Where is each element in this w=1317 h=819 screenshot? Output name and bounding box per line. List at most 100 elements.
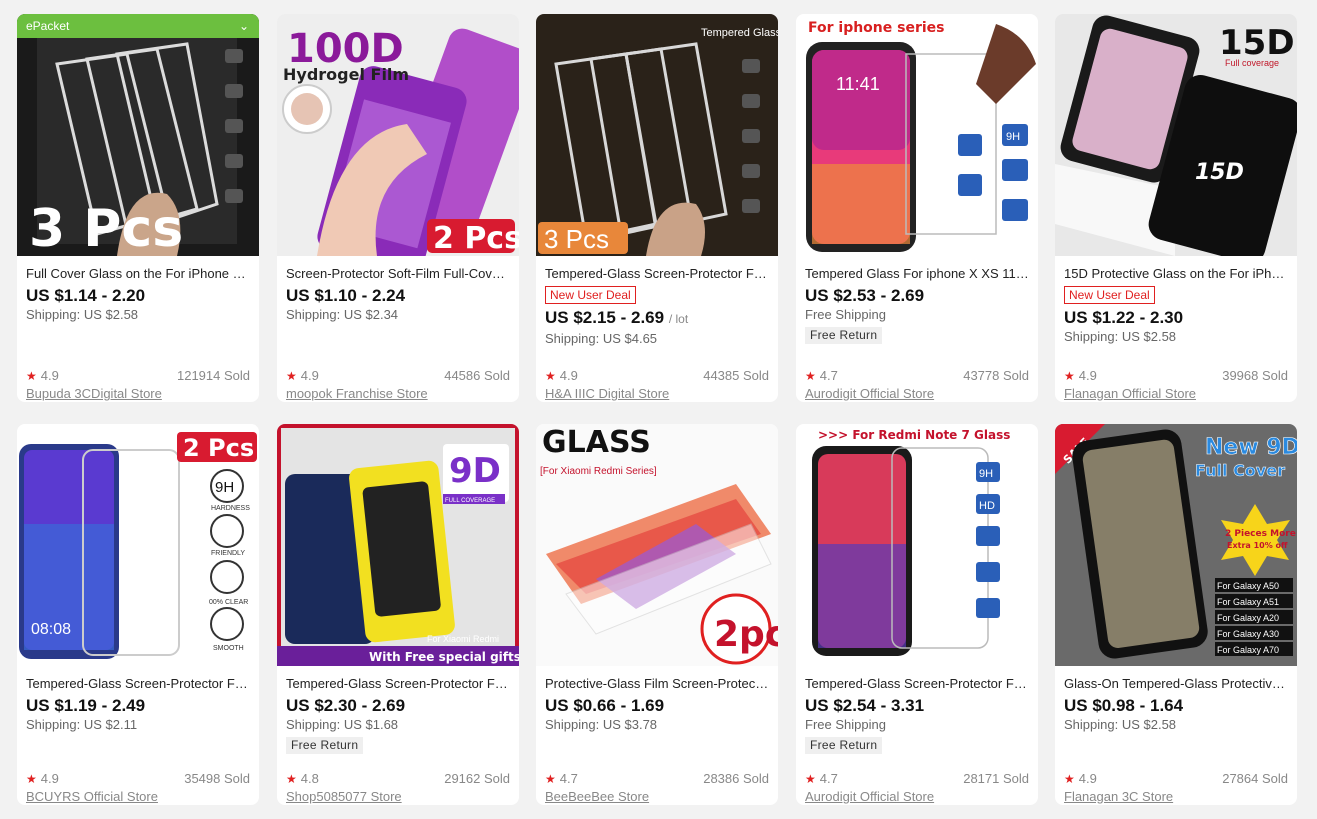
rating-value: 4.9 [1078, 368, 1097, 383]
product-image[interactable]: Tempered Glass 3 Pcs [536, 14, 778, 256]
product-title[interactable]: Tempered-Glass Screen-Protector Full-Cov… [545, 265, 769, 282]
product-image[interactable]: >>> For Redmi Note 7 Glass 9H HD [796, 424, 1038, 666]
product-image[interactable]: 9D FULL COVERAGE For Xiaomi Redmi With F… [277, 424, 519, 666]
image-text: Tempered Glass [701, 27, 778, 39]
sold-count: 29162 Sold [444, 771, 510, 786]
star-icon: ★ [805, 369, 816, 383]
product-image[interactable]: ePacket ⌄ 3 Pcs [17, 14, 259, 256]
product-image[interactable]: For iphone series 11:41 9H [796, 14, 1038, 256]
product-title[interactable]: Tempered Glass For iphone X XS 11 Pro Ma… [805, 265, 1029, 282]
shipping-text: Shipping: US $3.78 [545, 717, 658, 732]
product-image[interactable]: 08:08 2 Pcs 9H HARDNESS FRIENDLY 00% CLE… [17, 424, 259, 666]
image-text: 2 Pieces More [1225, 529, 1296, 539]
epacket-label: ePacket [26, 19, 70, 33]
rating-row: ★ 4.8 29162 Sold [286, 771, 510, 787]
shipping-text: Shipping: US $2.34 [286, 307, 399, 322]
epacket-badge[interactable]: ePacket ⌄ [17, 14, 259, 38]
product-title[interactable]: 15D Protective Glass on the For iPhone 1… [1064, 265, 1288, 282]
rating-row: ★ 4.9 44586 Sold [286, 368, 510, 384]
image-text: 9H [979, 468, 993, 480]
shipping-text: Shipping: US $2.58 [1064, 717, 1177, 732]
rating-row: ★ 4.9 39968 Sold [1064, 368, 1288, 384]
sold-count: 35498 Sold [184, 771, 250, 786]
product-card[interactable]: >>> For Redmi Note 7 Glass 9H HD Tempere… [796, 424, 1038, 805]
free-return-badge: Free Return [805, 737, 883, 754]
product-title[interactable]: Glass-On Tempered-Glass Protective Film … [1064, 675, 1288, 692]
product-info: 15D Protective Glass on the For iPhone 1… [1055, 265, 1297, 402]
product-title[interactable]: Screen-Protector Soft-Film Full-Cover Hy… [286, 265, 510, 282]
rating-row: ★ 4.7 28386 Sold [545, 771, 769, 787]
product-image[interactable]: 15D 15D Full coverage [1055, 14, 1297, 256]
shipping-text: Free Shipping [805, 717, 886, 732]
store-link[interactable]: Aurodigit Official Store [805, 789, 1029, 805]
product-image[interactable]: SALE New 9D Full Cover 2 Pieces More Ext… [1055, 424, 1297, 666]
image-text: 15D [1195, 160, 1244, 185]
product-card[interactable]: 9D FULL COVERAGE For Xiaomi Redmi With F… [277, 424, 519, 805]
image-text: 08:08 [31, 621, 71, 638]
rating-value: 4.7 [819, 771, 838, 786]
star-icon: ★ [545, 369, 556, 383]
store-link[interactable]: Flanagan Official Store [1064, 386, 1288, 402]
product-price: US $0.66 - 1.69 [545, 696, 665, 715]
product-grid: ePacket ⌄ 3 Pcs Full Cover Glass on the … [0, 0, 1317, 819]
star-icon: ★ [545, 772, 556, 786]
sold-count: 43778 Sold [963, 368, 1029, 383]
store-link[interactable]: BCUYRS Official Store [26, 789, 250, 805]
image-text: HD [979, 500, 995, 512]
product-card[interactable]: SALE New 9D Full Cover 2 Pieces More Ext… [1055, 424, 1297, 805]
product-info: Tempered Glass For iphone X XS 11 Pro Ma… [796, 265, 1038, 402]
product-info: Tempered-Glass Screen-Protector Full-Cov… [536, 265, 778, 402]
product-card[interactable]: GLASS [For Xiaomi Redmi Series] 2pcs Pro… [536, 424, 778, 805]
product-info: Glass-On Tempered-Glass Protective Film … [1055, 675, 1297, 805]
shipping-text: Shipping: US $1.68 [286, 717, 399, 732]
store-link[interactable]: Aurodigit Official Store [805, 386, 1029, 402]
image-text: Full Cover [1195, 461, 1285, 480]
image-text: 11:41 [836, 74, 880, 94]
price-unit: / lot [668, 312, 689, 326]
product-price: US $1.14 - 2.20 [26, 286, 146, 305]
product-title[interactable]: Tempered-Glass Screen-Protector For Xiao… [286, 675, 510, 692]
product-info: Protective-Glass Film Screen-Protector F… [536, 675, 778, 805]
free-return-badge: Free Return [286, 737, 364, 754]
image-text: For Galaxy A51 [1217, 597, 1279, 607]
sold-count: 28386 Sold [703, 771, 769, 786]
product-title[interactable]: Tempered-Glass Screen-Protector For Redm… [805, 675, 1029, 692]
product-price: US $2.30 - 2.69 [286, 696, 406, 715]
product-price: US $1.10 - 2.24 [286, 286, 406, 305]
product-card[interactable]: 100D Hydrogel Film 2 Pcs Screen-Protecto… [277, 14, 519, 402]
product-card[interactable]: 15D 15D Full coverage 15D Protective Gla… [1055, 14, 1297, 402]
product-info: Tempered-Glass Screen-Protector For Xiao… [277, 675, 519, 805]
store-link[interactable]: BeeBeeBee Store [545, 789, 769, 805]
product-card[interactable]: For iphone series 11:41 9H Tempered Glas… [796, 14, 1038, 402]
store-link[interactable]: Shop5085077 Store [286, 789, 510, 805]
chevron-down-icon: ⌄ [238, 19, 249, 33]
image-text: >>> For Redmi Note 7 Glass [818, 428, 1010, 442]
star-icon: ★ [805, 772, 816, 786]
product-title[interactable]: Tempered-Glass Screen-Protector For Huaw… [26, 675, 250, 692]
image-text: 9H [1006, 131, 1020, 143]
rating-row: ★ 4.7 43778 Sold [805, 368, 1029, 384]
store-link[interactable]: moopok Franchise Store [286, 386, 510, 402]
image-text: New 9D [1205, 435, 1297, 460]
image-text: [For Xiaomi Redmi Series] [540, 466, 657, 477]
product-card[interactable]: 08:08 2 Pcs 9H HARDNESS FRIENDLY 00% CLE… [17, 424, 259, 805]
product-card[interactable]: ePacket ⌄ 3 Pcs Full Cover Glass on the … [17, 14, 259, 402]
image-text: For Galaxy A50 [1217, 581, 1279, 591]
product-image[interactable]: 100D Hydrogel Film 2 Pcs [277, 14, 519, 256]
shipping-text: Shipping: US $2.58 [26, 307, 139, 322]
store-link[interactable]: H&A IIIC Digital Store [545, 386, 769, 402]
product-title[interactable]: Protective-Glass Film Screen-Protector F… [545, 675, 769, 692]
product-card[interactable]: Tempered Glass 3 Pcs Tempered-Glass Scre… [536, 14, 778, 402]
star-icon: ★ [286, 369, 297, 383]
product-price: US $2.53 - 2.69 [805, 286, 925, 305]
product-image[interactable]: GLASS [For Xiaomi Redmi Series] 2pcs [536, 424, 778, 666]
shipping-text: Free Shipping [805, 307, 886, 322]
new-user-deal-badge: New User Deal [545, 286, 636, 304]
star-icon: ★ [1064, 772, 1075, 786]
store-link[interactable]: Bupuda 3CDigital Store [26, 386, 250, 402]
store-link[interactable]: Flanagan 3C Store [1064, 789, 1288, 805]
sold-count: 44385 Sold [703, 368, 769, 383]
product-title[interactable]: Full Cover Glass on the For iPhone 11 Pr… [26, 265, 250, 282]
image-text: For Galaxy A20 [1217, 613, 1279, 623]
shipping-text: Shipping: US $4.65 [545, 331, 658, 346]
